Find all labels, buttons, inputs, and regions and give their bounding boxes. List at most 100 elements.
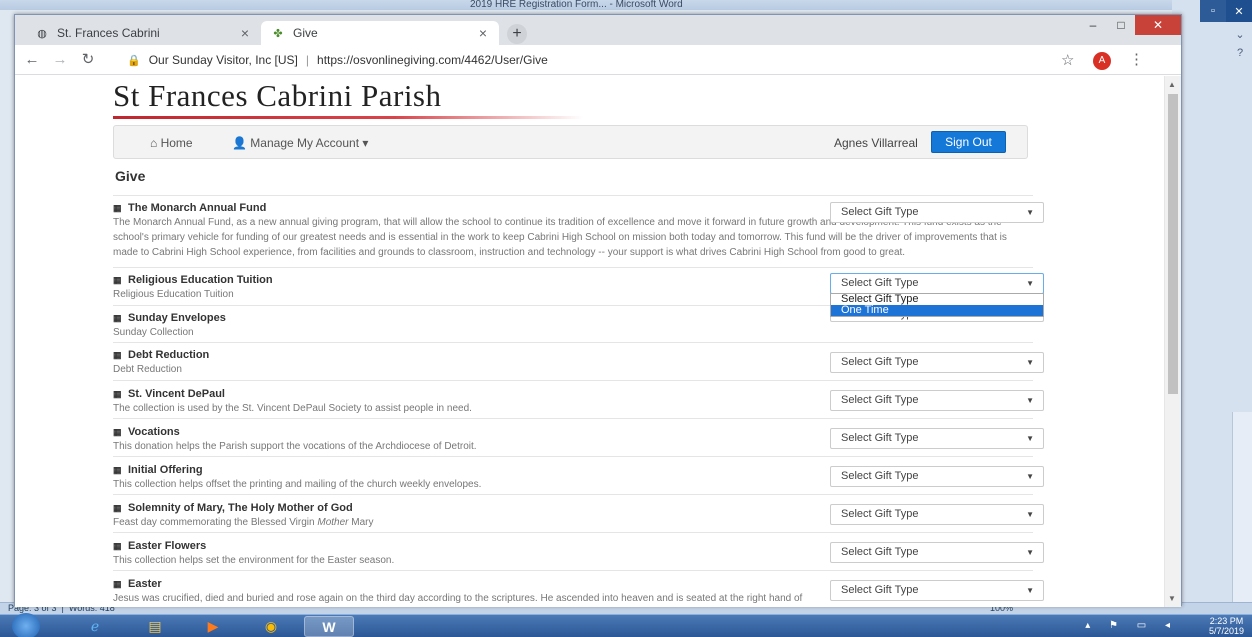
start-button[interactable] [12,613,40,637]
word-scrollbar[interactable] [1232,412,1252,612]
scroll-up-icon[interactable]: ▲ [1168,80,1176,89]
site-navbar: ⌂ Home 👤 Manage My Account ▾ Agnes Villa… [113,125,1028,159]
fund-name-text: Religious Education Tuition [128,274,273,286]
gift-icon: ▦ [113,202,122,213]
browser-window-controls: – □ ✕ [1079,15,1181,37]
fund-row: ▦ Easter Flowers This collection helps s… [113,533,1044,571]
chevron-down-icon: ▼ [1026,548,1034,557]
lock-icon[interactable]: 🔒 [127,54,141,67]
nav-manage-label: Manage My Account [250,136,360,150]
gift-icon: ▦ [113,540,122,551]
ie-icon[interactable]: ℯ [70,616,120,637]
minimize-button[interactable]: – [1079,15,1107,35]
page-scrollbar[interactable]: ▲ ▼ [1164,76,1181,607]
forward-icon[interactable]: → [51,51,69,69]
gift-type-select[interactable]: Select Gift Type ▼ [830,273,1044,294]
gift-type-dropdown[interactable]: Select Gift Type One Time [830,293,1044,317]
chevron-down-icon: ▼ [1026,510,1034,519]
fund-name-text: Vocations [128,426,180,438]
fund-name-text: Debt Reduction [128,349,210,361]
tab-st-frances[interactable]: ◍ St. Frances Cabrini × [25,21,261,45]
chevron-down-icon[interactable]: ⌄ [1232,26,1248,44]
clock-date: 5/7/2019 [1208,626,1244,636]
explorer-icon[interactable]: ▤ [130,616,180,637]
fund-name-text: Initial Offering [128,464,203,476]
browser-toolbar: ← → ↻ 🔒 Our Sunday Visitor, Inc [US] | h… [15,45,1181,75]
gift-icon: ▦ [113,349,122,360]
gift-type-select[interactable]: Select Gift Type ▼ [830,466,1044,487]
gift-icon: ▦ [113,426,122,437]
gift-icon: ▦ [113,312,122,323]
tab-label: St. Frances Cabrini [57,26,160,40]
page-viewport: St Frances Cabrini Parish ⌂ Home 👤 Manag… [15,76,1165,607]
gift-type-select[interactable]: Select Gift Type ▼ [830,542,1044,563]
reload-icon[interactable]: ↻ [79,51,97,69]
select-value: Select Gift Type [841,470,919,482]
gift-icon: ▦ [113,578,122,589]
fund-name-text: St. Vincent DePaul [128,388,225,400]
word-restore-button[interactable]: ▫ [1200,0,1226,22]
close-icon[interactable]: × [241,25,249,41]
chrome-icon[interactable]: ◉ [246,616,296,637]
fund-description-pre: Feast day commemorating the Blessed Virg… [113,517,318,528]
word-ribbon-icons: ⌄ ? [1232,26,1248,62]
gift-icon: ▦ [113,274,122,285]
dropdown-option-selected[interactable]: One Time [831,305,1043,316]
fund-row: ▦ Religious Education Tuition Religious … [113,268,1044,317]
title-underline [113,116,583,119]
word-close-button[interactable]: ✕ [1226,0,1252,22]
globe-icon: ◍ [37,27,47,40]
taskbar: ℯ ▤ ▶ ◉ W ▴ ⚑ ▭ ◂ 2:23 PM 5/7/2019 [0,613,1252,637]
site-owner: Our Sunday Visitor, Inc [US] [148,53,298,67]
gift-type-select[interactable]: Select Gift Type ▼ [830,202,1044,223]
word-titlebar: 2019 HRE Registration Form... - Microsof… [0,0,1252,10]
nav-manage-account[interactable]: 👤 Manage My Account ▾ [232,136,368,150]
gift-type-select[interactable]: Select Gift Type ▼ [830,580,1044,601]
caret-down-icon: ▾ [362,136,369,150]
chevron-down-icon: ▼ [1026,358,1034,367]
new-tab-button[interactable]: + [507,24,527,44]
home-icon: ⌂ [150,136,158,150]
browser-close-button[interactable]: ✕ [1135,15,1181,35]
bookmark-star-icon[interactable]: ☆ [1061,51,1074,69]
select-value: Select Gift Type [841,394,919,406]
fund-row: ▦ Solemnity of Mary, The Holy Mother of … [113,495,1044,533]
page-heading: Give [113,168,1033,196]
sign-out-button[interactable]: Sign Out [931,131,1006,153]
leaf-icon: ✤ [273,27,283,40]
address-bar[interactable]: 🔒 Our Sunday Visitor, Inc [US] | https:/… [127,49,1047,71]
tab-label: Give [293,26,318,40]
clock[interactable]: 2:23 PM 5/7/2019 [1209,616,1244,636]
clock-time: 2:23 PM [1209,616,1244,626]
url-text: https://osvonlinegiving.com/4462/User/Gi… [317,53,548,67]
scroll-down-icon[interactable]: ▼ [1168,594,1176,603]
tab-give[interactable]: ✤ Give × [261,21,499,45]
chevron-down-icon: ▼ [1026,279,1034,288]
word-title: 2019 HRE Registration Form... - Microsof… [470,0,683,10]
maximize-button[interactable]: □ [1107,15,1135,35]
tray-icons: ▴ ⚑ ▭ ◂ [1085,620,1178,631]
help-icon[interactable]: ? [1232,44,1248,62]
nav-home[interactable]: ⌂ Home [150,136,193,150]
gift-type-select[interactable]: Select Gift Type ▼ [830,352,1044,373]
gift-icon: ▦ [113,388,122,399]
select-value: Select Gift Type [841,508,919,520]
select-value: Select Gift Type [841,206,919,218]
gift-type-select[interactable]: Select Gift Type ▼ [830,504,1044,525]
profile-avatar[interactable]: A [1093,52,1111,70]
scroll-thumb[interactable] [1168,94,1178,394]
browser-window: ◍ St. Frances Cabrini × ✤ Give × + – □ ✕… [14,14,1182,607]
word-window-controls: ▫ ✕ [1200,0,1252,22]
fund-name-text: Easter Flowers [128,540,207,552]
media-player-icon[interactable]: ▶ [188,616,238,637]
back-icon[interactable]: ← [23,51,41,69]
fund-row: ▦ Initial Offering This collection helps… [113,457,1044,495]
nav-home-label: Home [160,136,193,150]
close-icon[interactable]: × [479,25,487,41]
gift-type-select[interactable]: Select Gift Type ▼ [830,428,1044,449]
gift-icon: ▦ [113,464,122,475]
gift-type-select[interactable]: Select Gift Type ▼ [830,390,1044,411]
browser-menu-icon[interactable]: ⋮ [1129,50,1144,68]
word-icon[interactable]: W [304,616,354,637]
select-value: Select Gift Type [841,356,919,368]
